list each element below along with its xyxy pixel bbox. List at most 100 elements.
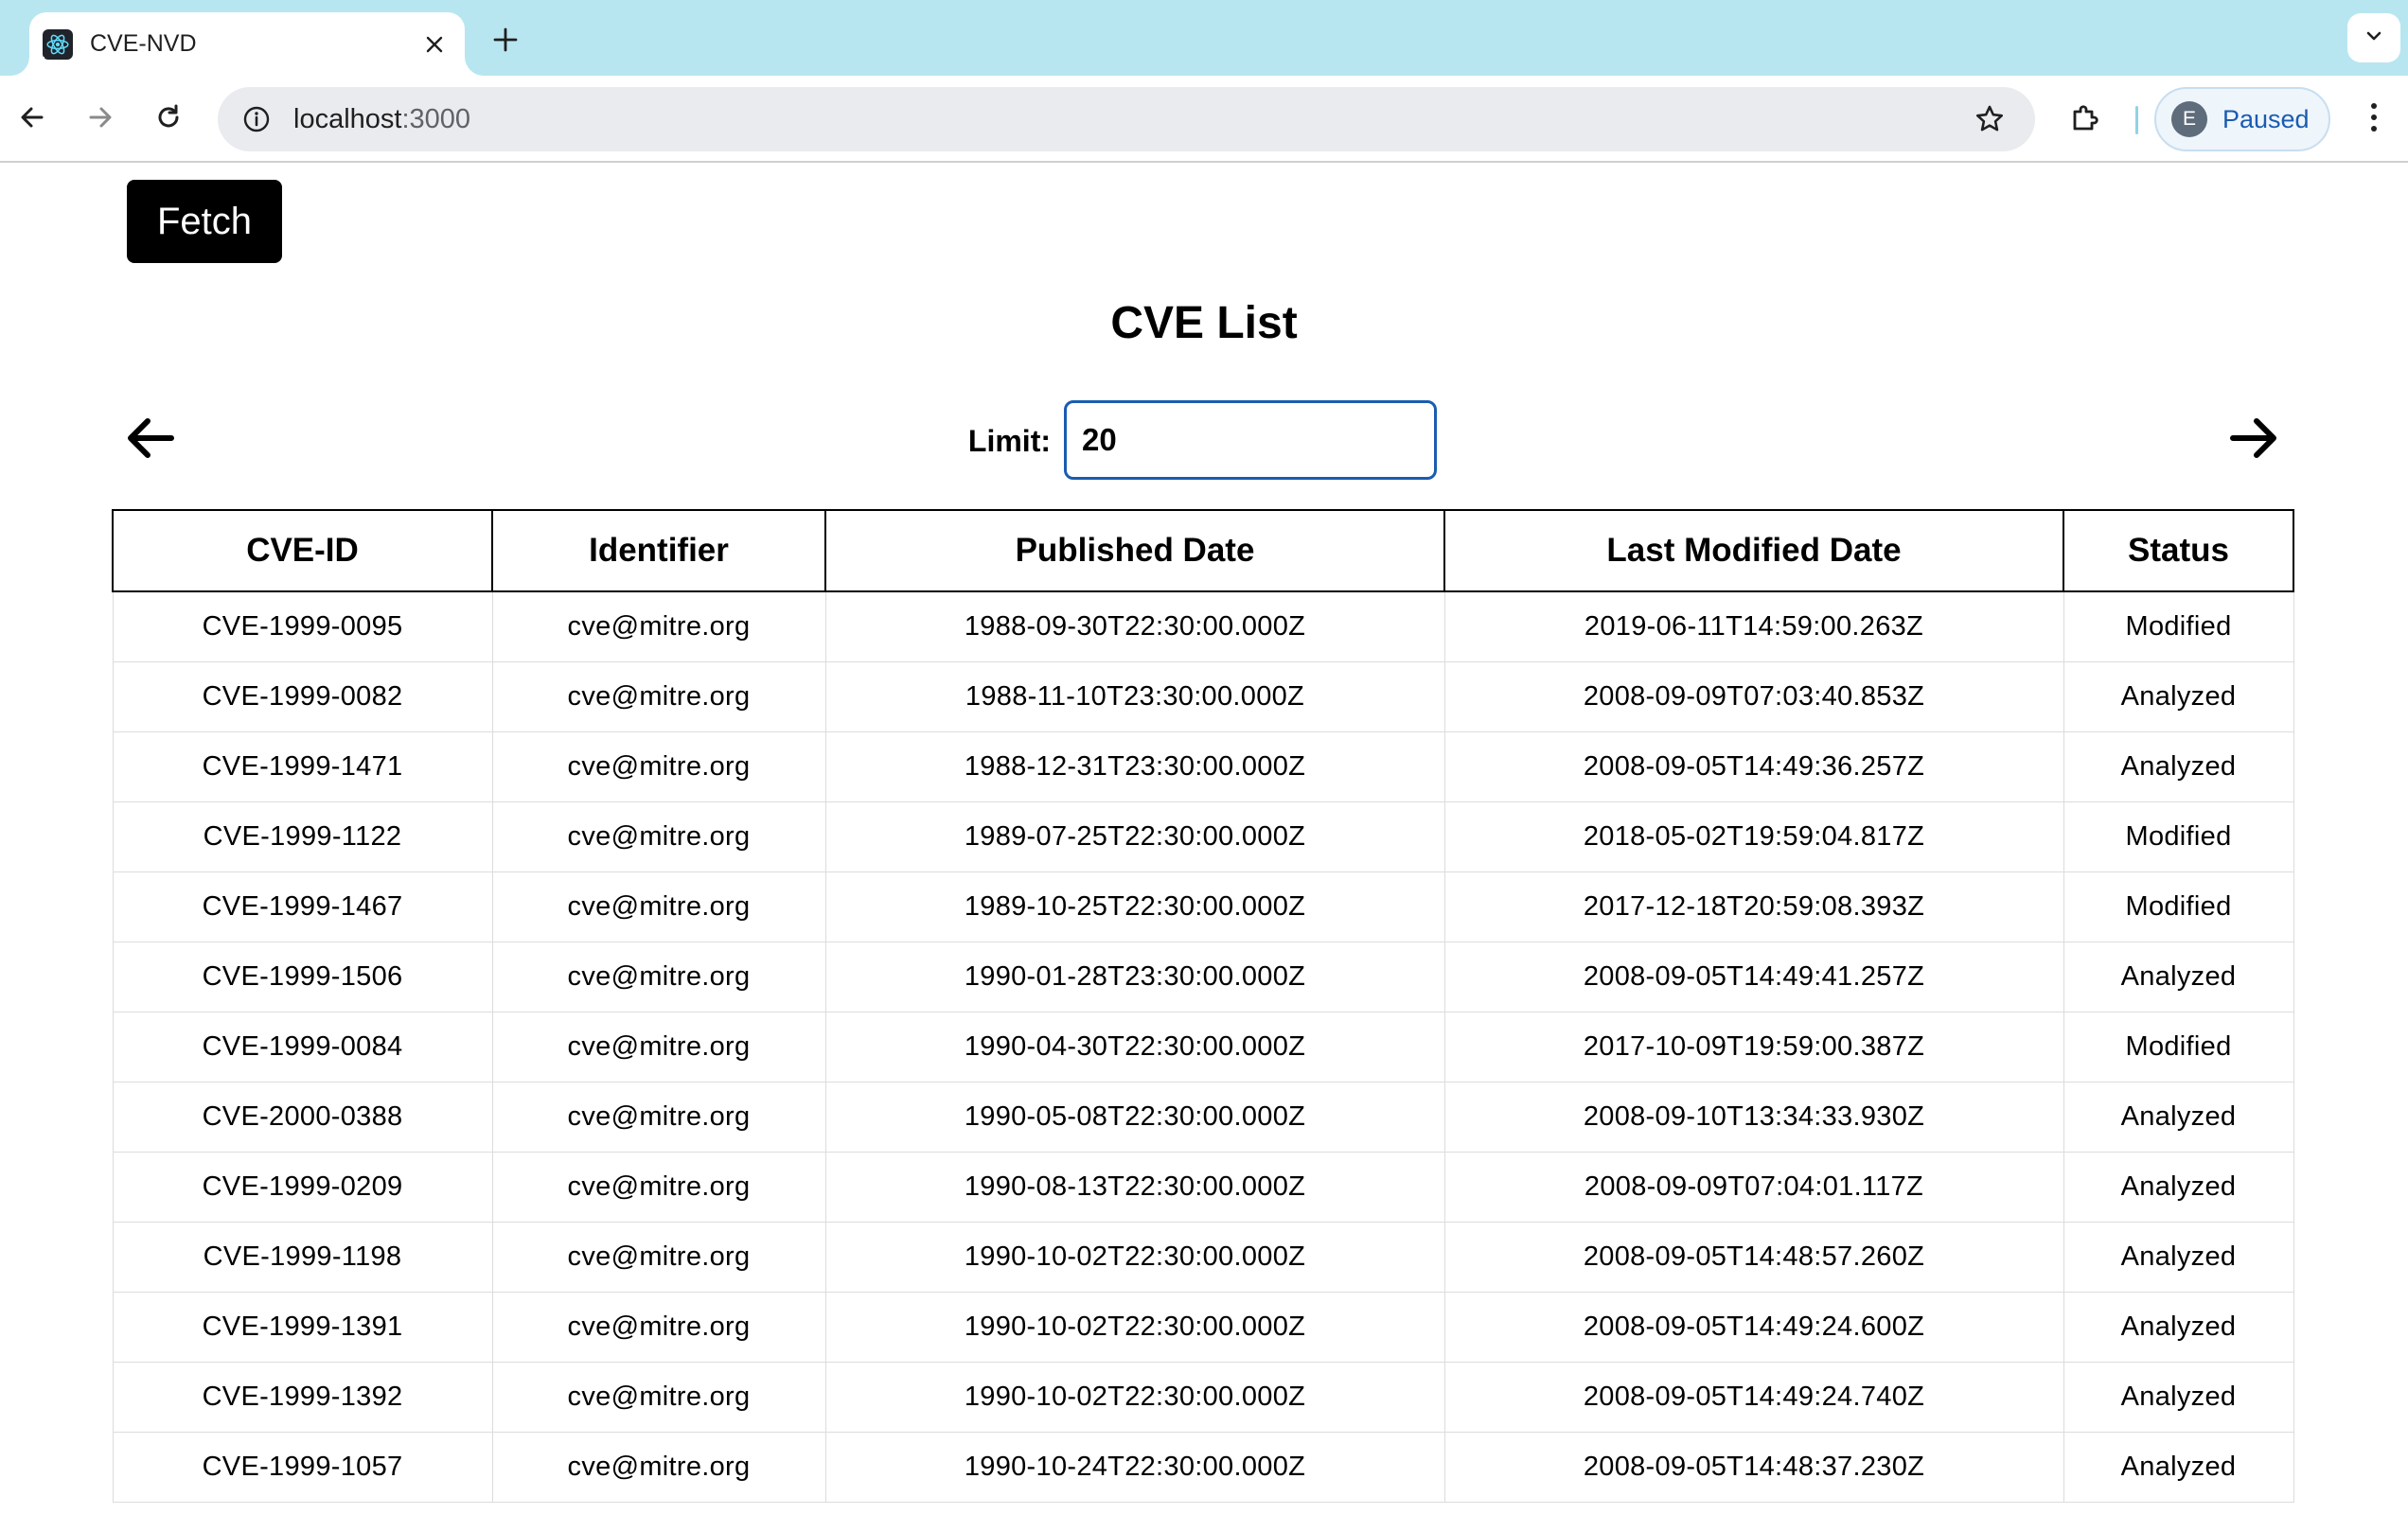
url-port: :3000 bbox=[401, 103, 471, 134]
star-icon[interactable] bbox=[1971, 100, 2009, 138]
limit-label: Limit: bbox=[967, 424, 1051, 458]
table-header-row: CVE-ID Identifier Published Date Last Mo… bbox=[112, 509, 2294, 592]
arrow-left-icon bbox=[17, 102, 47, 137]
address-bar[interactable]: localhost:3000 bbox=[218, 87, 2035, 151]
cell-published-date: 1988-12-31T23:30:00.000Z bbox=[824, 731, 1445, 802]
profile-status-label: Paused bbox=[2222, 104, 2310, 133]
cell-status: Analyzed bbox=[2063, 660, 2294, 732]
browser-toolbar: localhost:3000 E Paused bbox=[0, 76, 2408, 163]
cell-cve-id: CVE-1999-0084 bbox=[112, 1011, 493, 1083]
cell-status: Analyzed bbox=[2063, 1151, 2294, 1223]
cell-published-date: 1990-10-02T22:30:00.000Z bbox=[824, 1221, 1445, 1293]
cell-identifier: cve@mitre.org bbox=[491, 1291, 826, 1363]
page-content: Fetch CVE List Limit: CVE-ID Identifier … bbox=[0, 163, 2408, 1514]
cell-last-modified-date: 2008-09-09T07:04:01.117Z bbox=[1443, 1151, 2064, 1223]
table-body: CVE-1999-0095 cve@mitre.org 1988-09-30T22:… bbox=[112, 590, 2294, 1503]
cell-status: Modified bbox=[2063, 1011, 2294, 1083]
cell-identifier: cve@mitre.org bbox=[491, 1081, 826, 1153]
next-page-button[interactable] bbox=[2221, 407, 2287, 473]
table-row: CVE-1999-1467 cve@mitre.org 1989-10-25T22:… bbox=[112, 871, 2294, 942]
new-tab-button[interactable] bbox=[485, 19, 526, 61]
extensions-button[interactable] bbox=[2062, 95, 2111, 144]
cell-last-modified-date: 2008-09-09T07:03:40.853Z bbox=[1443, 660, 2064, 732]
prev-page-button[interactable] bbox=[117, 407, 184, 473]
cell-identifier: cve@mitre.org bbox=[491, 1221, 826, 1293]
tab-title: CVE-NVD bbox=[90, 30, 197, 57]
chevron-down-icon bbox=[2363, 25, 2385, 52]
info-icon[interactable] bbox=[240, 103, 273, 135]
cve-table: CVE-ID Identifier Published Date Last Mo… bbox=[112, 509, 2294, 1503]
kebab-menu-icon bbox=[2368, 101, 2380, 138]
close-tab-icon[interactable] bbox=[417, 27, 452, 62]
back-button[interactable] bbox=[8, 95, 57, 144]
header-identifier: Identifier bbox=[491, 509, 826, 592]
cell-cve-id: CVE-1999-0095 bbox=[112, 590, 493, 662]
cell-published-date: 1990-10-02T22:30:00.000Z bbox=[824, 1291, 1445, 1363]
cell-cve-id: CVE-1999-1471 bbox=[112, 731, 493, 802]
table-row: CVE-1999-1471 cve@mitre.org 1988-12-31T23:… bbox=[112, 731, 2294, 802]
header-status: Status bbox=[2063, 509, 2294, 592]
cell-last-modified-date: 2008-09-05T14:49:24.600Z bbox=[1443, 1291, 2064, 1363]
cell-published-date: 1990-01-28T23:30:00.000Z bbox=[824, 941, 1445, 1012]
url-host: localhost bbox=[293, 103, 402, 134]
browser-tab-active[interactable]: CVE-NVD bbox=[29, 12, 465, 76]
arrow-right-icon bbox=[2225, 410, 2282, 471]
cell-cve-id: CVE-2000-0388 bbox=[112, 1081, 493, 1153]
cell-identifier: cve@mitre.org bbox=[491, 941, 826, 1012]
cell-published-date: 1990-08-13T22:30:00.000Z bbox=[824, 1151, 1445, 1223]
table-row: CVE-1999-0082 cve@mitre.org 1988-11-10T23:… bbox=[112, 660, 2294, 732]
cell-identifier: cve@mitre.org bbox=[491, 1361, 826, 1433]
cell-status: Analyzed bbox=[2063, 941, 2294, 1012]
tab-search-button[interactable] bbox=[2347, 13, 2400, 62]
cell-cve-id: CVE-1999-1122 bbox=[112, 801, 493, 872]
cell-status: Analyzed bbox=[2063, 1291, 2294, 1363]
cell-published-date: 1990-05-08T22:30:00.000Z bbox=[824, 1081, 1445, 1153]
cell-cve-id: CVE-1999-1057 bbox=[112, 1431, 493, 1503]
reload-button[interactable] bbox=[144, 95, 193, 144]
cell-status: Analyzed bbox=[2063, 1431, 2294, 1503]
reload-icon bbox=[153, 102, 184, 137]
cell-last-modified-date: 2008-09-05T14:48:57.260Z bbox=[1443, 1221, 2064, 1293]
arrow-right-icon bbox=[85, 102, 115, 137]
cell-published-date: 1988-11-10T23:30:00.000Z bbox=[824, 660, 1445, 732]
cell-last-modified-date: 2008-09-05T14:49:24.740Z bbox=[1443, 1361, 2064, 1433]
table-row: CVE-1999-1122 cve@mitre.org 1989-07-25T22:… bbox=[112, 801, 2294, 872]
cell-cve-id: CVE-1999-1506 bbox=[112, 941, 493, 1012]
cell-status: Analyzed bbox=[2063, 1361, 2294, 1433]
cell-last-modified-date: 2017-10-09T19:59:00.387Z bbox=[1443, 1011, 2064, 1083]
table-row: CVE-1999-1506 cve@mitre.org 1990-01-28T23:… bbox=[112, 941, 2294, 1012]
profile-button[interactable]: E Paused bbox=[2154, 87, 2330, 151]
cell-published-date: 1990-10-02T22:30:00.000Z bbox=[824, 1361, 1445, 1433]
fetch-button[interactable]: Fetch bbox=[127, 180, 282, 263]
cell-identifier: cve@mitre.org bbox=[491, 1011, 826, 1083]
header-cve-id: CVE-ID bbox=[112, 509, 493, 592]
cell-status: Analyzed bbox=[2063, 1081, 2294, 1153]
cell-identifier: cve@mitre.org bbox=[491, 660, 826, 732]
arrow-left-icon bbox=[122, 410, 179, 471]
cell-last-modified-date: 2008-09-05T14:48:37.230Z bbox=[1443, 1431, 2064, 1503]
tab-strip: CVE-NVD bbox=[0, 0, 2408, 76]
cell-identifier: cve@mitre.org bbox=[491, 590, 826, 662]
table-row: CVE-1999-1392 cve@mitre.org 1990-10-02T22:… bbox=[112, 1361, 2294, 1433]
cell-status: Modified bbox=[2063, 871, 2294, 942]
page-title: CVE List bbox=[1110, 298, 1298, 348]
toolbar-separator bbox=[2135, 106, 2138, 134]
cell-last-modified-date: 2017-12-18T20:59:08.393Z bbox=[1443, 871, 2064, 942]
cell-cve-id: CVE-1999-1392 bbox=[112, 1361, 493, 1433]
table-row: CVE-1999-0095 cve@mitre.org 1988-09-30T22:… bbox=[112, 590, 2294, 662]
cell-identifier: cve@mitre.org bbox=[491, 801, 826, 872]
table-row: CVE-1999-0084 cve@mitre.org 1990-04-30T22:… bbox=[112, 1011, 2294, 1083]
cell-identifier: cve@mitre.org bbox=[491, 871, 826, 942]
browser-menu-button[interactable] bbox=[2349, 95, 2399, 144]
avatar: E bbox=[2171, 101, 2207, 137]
table-row: CVE-1999-1198 cve@mitre.org 1990-10-02T22:… bbox=[112, 1221, 2294, 1293]
forward-button[interactable] bbox=[76, 95, 125, 144]
cell-identifier: cve@mitre.org bbox=[491, 1431, 826, 1503]
puzzle-icon bbox=[2069, 100, 2103, 139]
cell-published-date: 1989-10-25T22:30:00.000Z bbox=[824, 871, 1445, 942]
limit-input[interactable] bbox=[1064, 400, 1437, 480]
cell-published-date: 1990-10-24T22:30:00.000Z bbox=[824, 1431, 1445, 1503]
cell-status: Modified bbox=[2063, 590, 2294, 662]
cell-cve-id: CVE-1999-0209 bbox=[112, 1151, 493, 1223]
table-row: CVE-1999-1057 cve@mitre.org 1990-10-24T22:… bbox=[112, 1431, 2294, 1503]
